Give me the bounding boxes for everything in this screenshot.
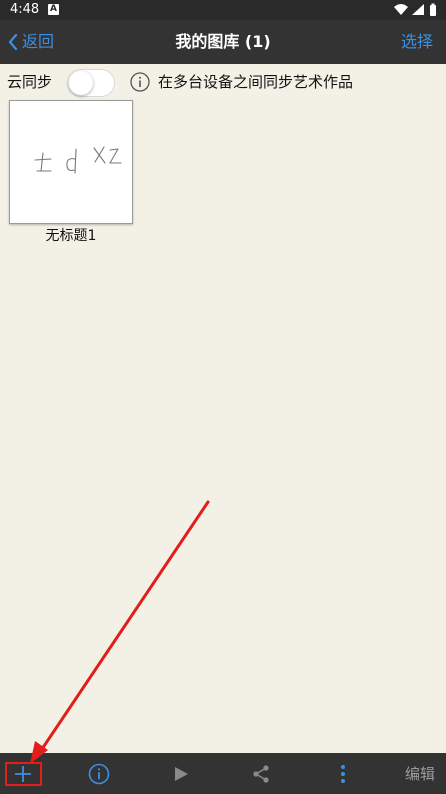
wifi-icon bbox=[394, 4, 408, 15]
play-button[interactable] bbox=[166, 753, 196, 794]
status-bar: 4:48 A bbox=[0, 0, 446, 20]
notification-badge: A bbox=[48, 4, 59, 15]
share-icon bbox=[253, 764, 269, 783]
more-vertical-icon bbox=[341, 764, 345, 783]
info-icon[interactable] bbox=[130, 72, 150, 92]
cloud-sync-row: 云同步 在多台设备之间同步艺术作品 bbox=[0, 64, 446, 100]
artwork-title: 无标题1 bbox=[45, 228, 97, 244]
bottom-toolbar: 编辑 bbox=[0, 753, 446, 794]
artwork-thumbnail bbox=[9, 100, 133, 224]
info-button[interactable] bbox=[84, 753, 114, 794]
status-icons bbox=[394, 3, 438, 17]
cloud-sync-toggle[interactable] bbox=[67, 69, 115, 97]
cloud-sync-description: 在多台设备之间同步艺术作品 bbox=[158, 73, 354, 91]
share-button[interactable] bbox=[246, 753, 276, 794]
battery-icon bbox=[430, 3, 436, 16]
toggle-knob bbox=[69, 71, 93, 95]
more-options-button[interactable] bbox=[328, 753, 358, 794]
add-artwork-button[interactable] bbox=[4, 753, 42, 794]
plus-icon bbox=[15, 765, 31, 782]
artwork-item[interactable]: 无标题1 bbox=[9, 100, 133, 246]
play-icon bbox=[175, 766, 188, 781]
signal-icon bbox=[412, 4, 424, 15]
sketch-drawing bbox=[34, 146, 122, 174]
edit-button[interactable]: 编辑 bbox=[400, 753, 440, 794]
select-button[interactable]: 选择 bbox=[401, 31, 433, 53]
nav-bar: 返回 我的图库 (1) 选择 bbox=[0, 20, 446, 64]
page-title: 我的图库 (1) bbox=[175, 32, 271, 51]
status-time: 4:48 bbox=[10, 2, 40, 17]
info-icon bbox=[88, 763, 110, 784]
cloud-sync-label: 云同步 bbox=[7, 73, 53, 91]
